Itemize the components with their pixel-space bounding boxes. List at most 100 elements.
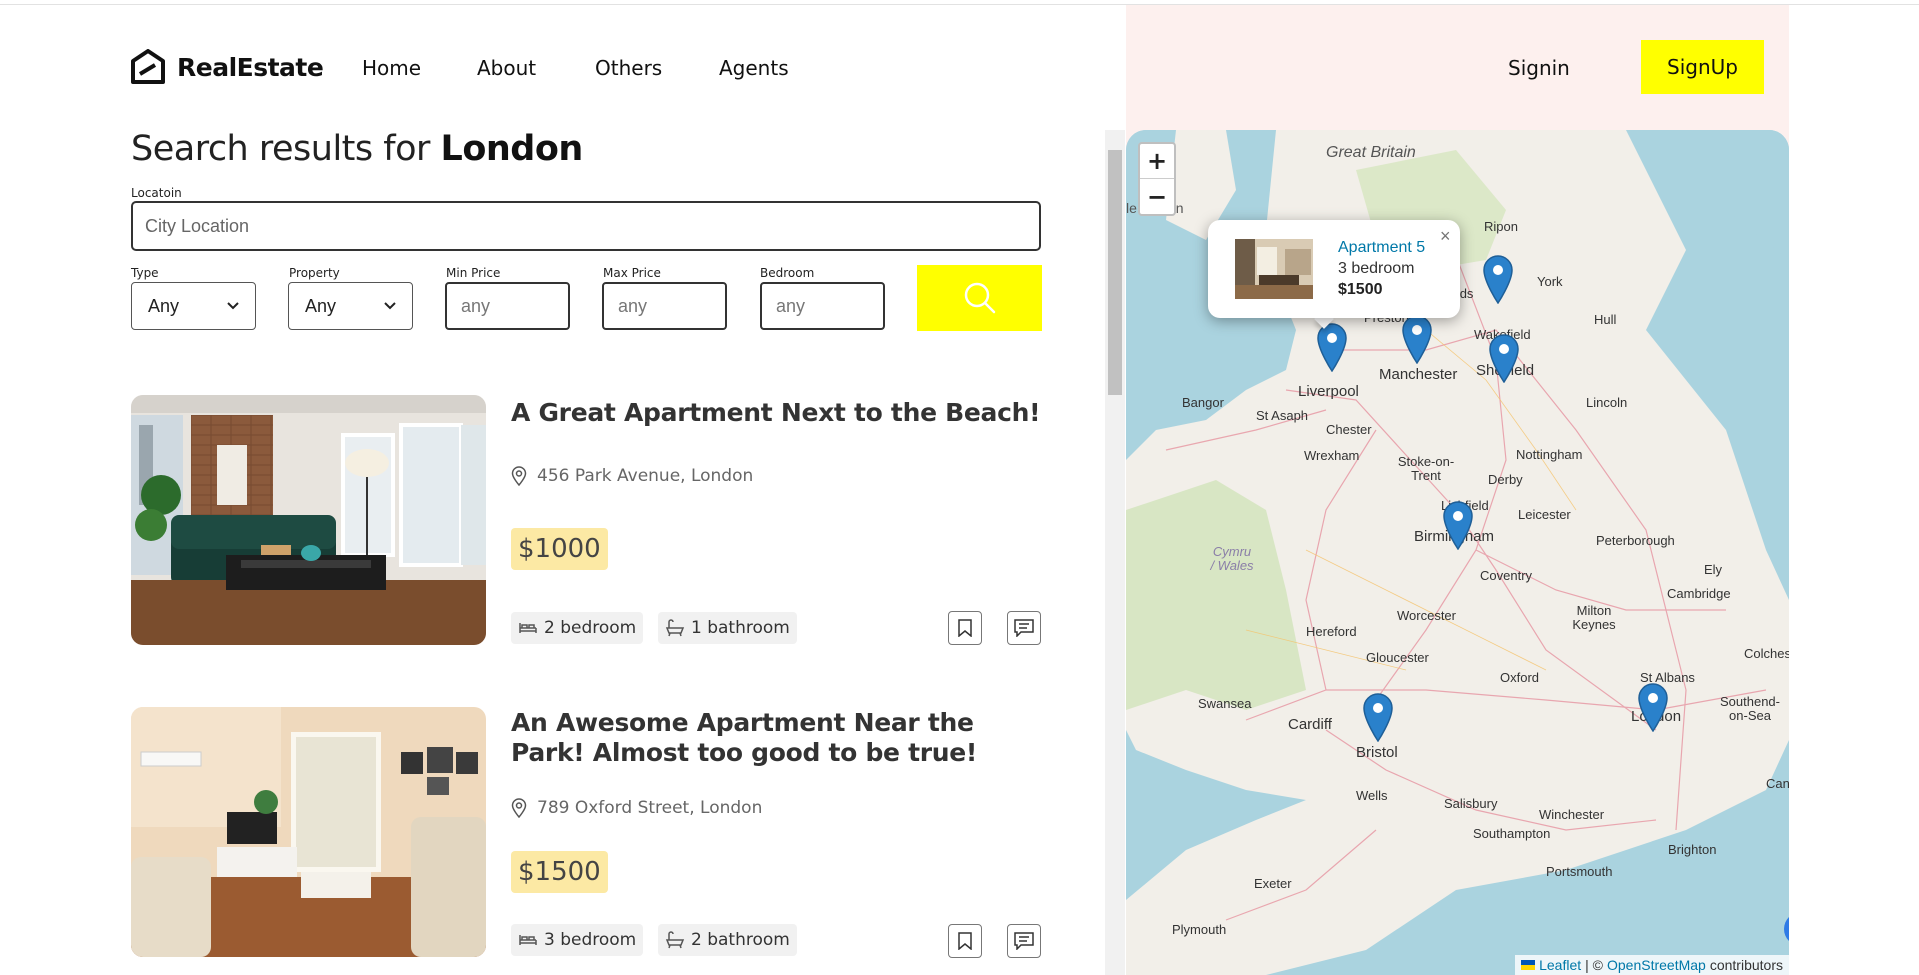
apartment-thumbnail [1235,239,1313,299]
popup-image[interactable] [1235,239,1313,299]
map-label: Derby [1488,472,1523,487]
popup-bedrooms: 3 bedroom [1338,260,1415,277]
map-label: Exeter [1254,876,1292,891]
type-select[interactable]: Any [131,282,256,330]
map-label: Manchester [1379,366,1458,383]
map-label: Lincoln [1586,395,1628,410]
attribution-suffix: contributors [1709,957,1783,973]
map-label: Peterborough [1596,533,1675,548]
map-view[interactable]: Great Britain le of Man Ripon York Leeds… [1126,130,1789,975]
bookmark-button[interactable] [948,924,982,958]
nav-others[interactable]: Others [595,56,662,80]
property-select[interactable]: Any [288,282,413,330]
map-label: Bangor [1182,395,1224,410]
message-button[interactable] [1007,924,1041,958]
map-label: Southampton [1473,826,1551,841]
bathroom-count: 2 bathroom [658,924,797,956]
map-label: Portsmouth [1546,864,1613,879]
map-label: Cambridge [1667,586,1731,601]
map-attribution: Leaflet | © OpenStreetMap contributors [1515,955,1789,975]
map-label: Plymouth [1172,922,1227,937]
location-input[interactable] [131,201,1041,251]
map-label: Winchester [1539,807,1605,822]
bookmark-button[interactable] [948,611,982,645]
heading-city: London [440,129,584,169]
bed-icon [519,623,537,633]
house-logo-icon [131,49,165,84]
zoom-in-button[interactable]: + [1140,144,1174,179]
bookmark-icon [958,932,972,950]
map-marker-icon[interactable] [1442,500,1474,550]
apartment-photo [131,707,486,957]
map-label: Cymru / Wales [1210,544,1254,573]
bedroom-input[interactable] [760,282,885,330]
leaflet-link[interactable]: Leaflet [1539,957,1581,973]
listing-image[interactable] [131,395,486,645]
map-marker-icon[interactable] [1637,682,1669,732]
bathtub-icon [665,931,685,949]
map-marker-icon[interactable] [1401,314,1433,364]
nav-agents[interactable]: Agents [719,56,789,80]
signup-button[interactable]: SignUp [1641,40,1764,94]
listing-title[interactable]: A Great Apartment Next to the Beach! [511,398,1051,428]
map-label: York [1537,274,1563,289]
map-label: Wells [1356,788,1388,803]
bathroom-count: 1 bathroom [658,612,797,644]
type-label: Type [131,266,159,280]
type-select-value: Any [148,295,180,316]
location-label: Locatoin [131,186,182,200]
map-marker-icon[interactable] [1482,254,1514,304]
chevron-down-icon [384,302,396,310]
popup-price: $1500 [1338,281,1383,298]
map-label: St Asaph [1256,408,1309,423]
bookmark-icon [958,619,972,637]
listing-title[interactable]: An Awesome Apartment Near the Park! Almo… [511,708,1051,768]
map-label: Great Britain [1326,144,1416,161]
listing-address-text: 789 Oxford Street, London [537,798,763,818]
nav-home[interactable]: Home [362,56,421,80]
map-label: Coventry [1480,568,1533,583]
results-scrollbar[interactable] [1105,130,1125,975]
listing-address: 456 Park Avenue, London [511,466,753,486]
map-label: Nottingham [1516,447,1583,462]
bathroom-count-text: 2 bathroom [691,930,790,950]
bedroom-count-text: 3 bedroom [544,930,637,950]
map-label: Southend-on-Sea [1720,694,1780,723]
min-price-input[interactable] [445,282,570,330]
scrollbar-thumb[interactable] [1108,150,1122,395]
chat-icon [1014,932,1034,950]
map-label: Swansea [1198,696,1252,711]
bedroom-count: 3 bedroom [511,924,644,956]
signin-link[interactable]: Signin [1508,56,1570,80]
bathroom-count-text: 1 bathroom [691,618,790,638]
close-icon[interactable]: × [1440,226,1451,247]
map-marker-icon[interactable] [1488,333,1520,383]
bedroom-count-text: 2 bedroom [544,618,637,638]
map-marker-icon[interactable] [1362,692,1394,742]
nav-about[interactable]: About [477,56,536,80]
map-label: Hereford [1306,624,1357,639]
listing-image[interactable] [131,707,486,957]
search-icon [964,282,995,314]
property-label: Property [289,266,340,280]
bedroom-count: 2 bedroom [511,612,644,644]
map-marker-icon[interactable] [1316,322,1348,372]
popup-title[interactable]: Apartment 5 [1338,239,1425,257]
map-label: Hull [1594,312,1617,327]
map-label: Leicester [1518,507,1571,522]
zoom-out-button[interactable]: − [1140,179,1174,214]
osm-link[interactable]: OpenStreetMap [1607,957,1706,973]
bedroom-label: Bedroom [760,266,815,280]
attribution-separator: | © [1585,957,1603,973]
map-label: Wrexham [1304,448,1360,463]
max-price-input[interactable] [602,282,727,330]
min-price-label: Min Price [446,266,501,280]
map-label: Liverpool [1298,383,1359,400]
chat-icon [1014,619,1034,637]
message-button[interactable] [1007,611,1041,645]
bed-icon [519,935,537,945]
bathtub-icon [665,619,685,637]
living-room-photo [131,395,486,645]
search-button[interactable] [917,265,1042,331]
brand-logo[interactable]: RealEstate [130,49,324,85]
